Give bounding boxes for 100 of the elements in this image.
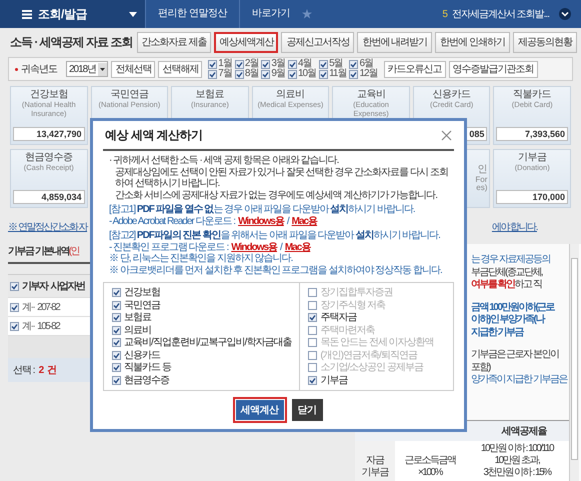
checkbox[interactable]	[308, 313, 318, 322]
checkbox-label: 장기집합투자증권	[320, 287, 392, 298]
checkbox[interactable]	[308, 363, 318, 372]
month-checkbox[interactable]	[234, 70, 244, 78]
separator-text: /	[280, 242, 282, 253]
year-label: 귀속년도	[21, 63, 57, 76]
breadcrumb-link[interactable]: 편리한 연말정산	[145, 0, 239, 28]
menu-dropdown[interactable]: 조회/발급	[0, 0, 145, 28]
checkbox[interactable]	[308, 300, 318, 310]
checkbox[interactable]	[112, 300, 121, 310]
table-cell-text: 계··	[22, 301, 34, 314]
notice-count: 5	[442, 8, 448, 20]
column-header: 사업자번	[50, 280, 84, 293]
card-title: 의료비	[276, 89, 305, 101]
month-checkbox[interactable]	[319, 70, 328, 78]
info-text: 여부를 확인하고 직	[470, 279, 542, 292]
note-text: 간소화 서비스에 공제대상 자료가 없는 경우에도 예상세액 계산하기가 가능합니다.	[114, 190, 438, 201]
month-label: 9월	[271, 69, 285, 79]
checkbox[interactable]	[112, 338, 121, 348]
checkbox[interactable]	[112, 313, 121, 322]
checkbox-label: 직불카드 등	[124, 362, 171, 374]
checkbox[interactable]	[112, 288, 121, 298]
close-icon[interactable]	[441, 130, 452, 141]
month-checkbox[interactable]	[208, 70, 218, 78]
dialog-button[interactable]: 닫기	[290, 397, 324, 423]
note-text: · 귀하께서 선택한 소득 · 세액 공제 항목은 아래와 같습니다.	[109, 155, 340, 166]
scrollbar[interactable]	[569, 244, 579, 481]
download-link[interactable]: Mac용	[292, 216, 318, 227]
action-button[interactable]: 예상세액계산	[214, 32, 278, 53]
checkbox-label: 의료비	[124, 324, 151, 336]
month-checkbox[interactable]	[349, 70, 358, 78]
breadcrumb-link[interactable]: 바로가기	[238, 0, 302, 28]
month-checkbox[interactable]	[319, 60, 328, 68]
column-header: 세액공제율	[500, 425, 548, 438]
year-select[interactable]: 2018년	[66, 61, 108, 77]
action-button[interactable]: 간소화자료 제출	[136, 32, 212, 53]
month-checkbox[interactable]	[288, 70, 297, 78]
action-button[interactable]: 공제신고서작성	[281, 32, 354, 53]
action-button[interactable]: 한번에 인쇄하기	[435, 32, 510, 53]
month-label: 2월	[244, 59, 258, 69]
download-label: - 진본확인 프로그램 다운로드 :	[109, 242, 228, 253]
checkbox[interactable]	[112, 363, 121, 372]
select-all-checkbox[interactable]	[10, 282, 19, 290]
month-label: 5월	[329, 59, 343, 69]
amount-field: 170,000	[496, 190, 568, 204]
table-cell: 10만원 초과,	[494, 455, 540, 467]
dialog-button[interactable]: 세액계산	[232, 397, 286, 423]
row-checkbox[interactable]	[10, 302, 19, 312]
month-label: 6월	[359, 59, 374, 69]
notice-link[interactable]: ※ 연말정산간소화 자	[8, 220, 88, 234]
info-text: 지급한 기부금	[470, 326, 525, 339]
filter-button[interactable]: 전체선택	[111, 60, 156, 78]
amount-field: 7,393,560	[496, 127, 568, 141]
month-checkbox[interactable]	[349, 60, 358, 68]
month-label: 7월	[218, 69, 232, 79]
row-checkbox[interactable]	[10, 322, 19, 330]
checkbox-label: 소기업/소상공인 공제부금	[320, 362, 423, 374]
card-title: 신용카드	[432, 89, 471, 101]
checkbox[interactable]	[308, 288, 318, 298]
notice-link[interactable]: 전자세금계산서 조회발...	[452, 7, 549, 21]
table-cell-text: 근로소득금액×100%	[403, 455, 456, 479]
note-text: ※ 아크로뱃리더를 먼저 설치한 후 진본확인 프로그램을 설치하여야 정상작동 합니다.	[109, 264, 443, 276]
filter-button[interactable]: 선택해제	[158, 60, 202, 78]
download-link[interactable]: Windows용	[238, 216, 284, 227]
checkbox[interactable]	[308, 376, 318, 385]
info-text: 는 경우 자료제공등의	[470, 254, 551, 266]
checkbox-label: 신용카드	[124, 350, 160, 361]
table-cell: 207-82	[37, 302, 60, 312]
month-checkbox[interactable]	[208, 60, 218, 68]
checkbox[interactable]	[308, 338, 318, 348]
chevron-down-icon[interactable]	[559, 8, 571, 20]
checkbox-label: 목돈 안드는 전세 이자상환액	[320, 337, 434, 348]
table-cell: 3천만원 이하 : 15%	[483, 467, 551, 479]
card-title: 건강보험	[30, 89, 68, 101]
checkbox[interactable]	[308, 350, 318, 360]
month-label: 3월	[271, 59, 285, 69]
month-checkbox[interactable]	[261, 60, 270, 68]
star-icon[interactable]	[302, 9, 312, 19]
card-title: 보험료	[196, 89, 224, 101]
checkbox-label: 주택자금	[320, 312, 356, 324]
card-title: 직불카드	[513, 89, 552, 101]
checkbox[interactable]	[112, 350, 121, 360]
month-checkbox[interactable]	[234, 60, 244, 68]
download-link[interactable]: Mac용	[284, 242, 310, 253]
download-link[interactable]: Windows용	[231, 242, 278, 253]
bullet-icon	[15, 68, 18, 70]
action-button[interactable]: 제공동의현황	[513, 32, 577, 53]
info-text: 기부금은 근로자 본인이	[470, 349, 560, 362]
month-checkbox[interactable]	[288, 60, 297, 68]
month-checkbox[interactable]	[261, 70, 270, 78]
card-subtitle: es)	[476, 184, 488, 192]
checkbox[interactable]	[308, 326, 318, 335]
month-label: 8월	[244, 69, 258, 79]
filter-button[interactable]: 카드오류신고	[384, 60, 446, 78]
checkbox[interactable]	[112, 326, 121, 335]
notice-link[interactable]: 에야 합니다.	[492, 220, 537, 234]
checkbox-label: 국민연금	[124, 300, 160, 311]
checkbox[interactable]	[112, 376, 121, 385]
action-button[interactable]: 한번에 내려받기	[357, 32, 432, 53]
filter-button[interactable]: 영수증발급기관조회	[448, 60, 538, 78]
